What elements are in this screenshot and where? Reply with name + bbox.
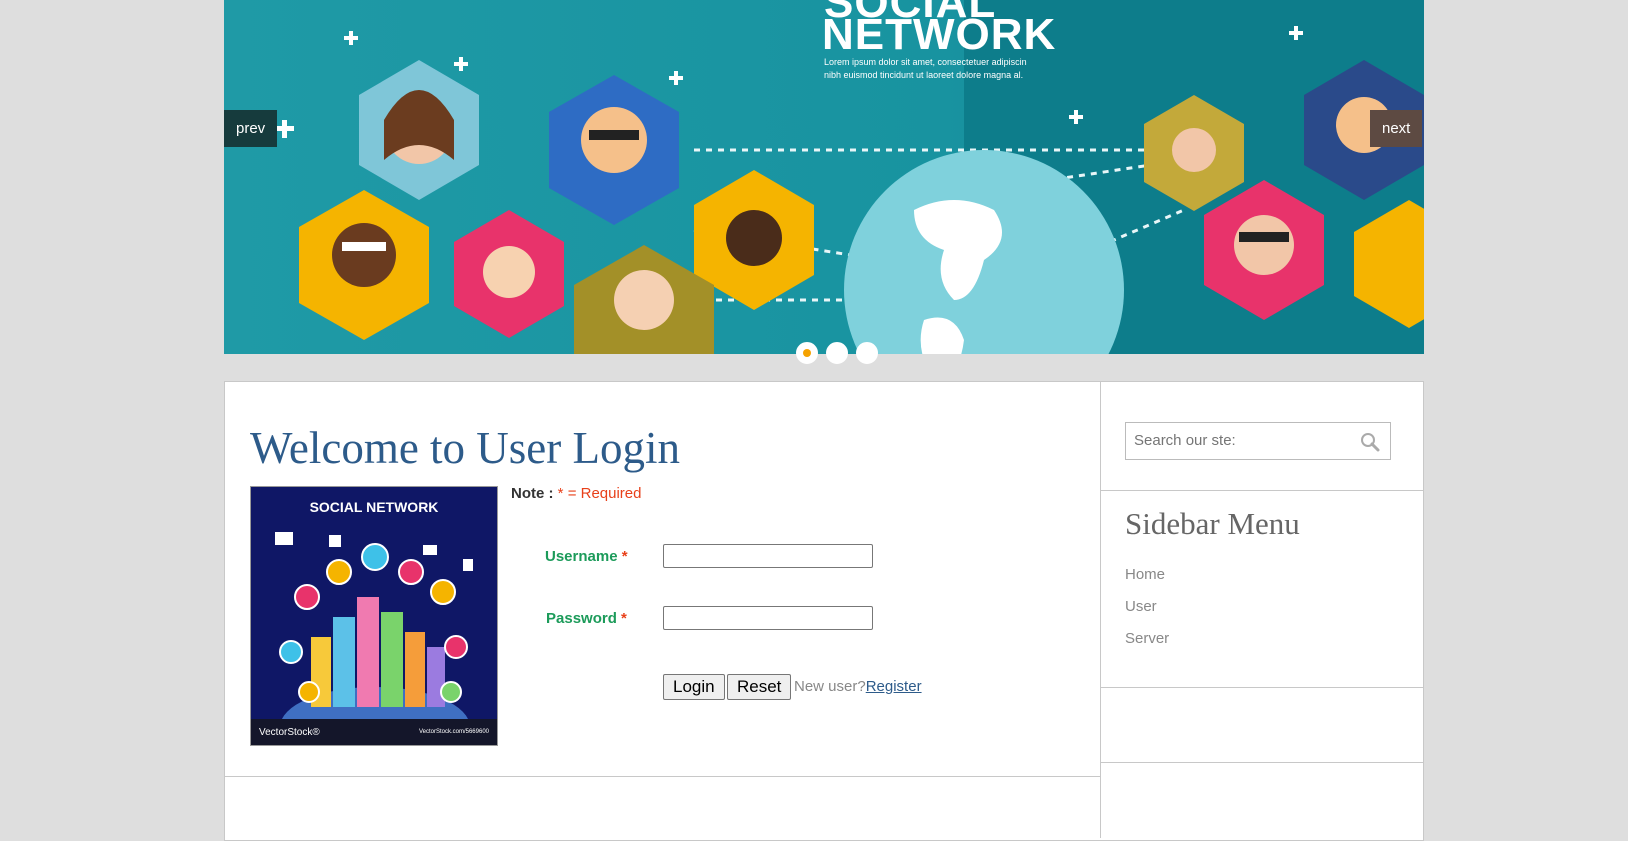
- sidebar-item-user[interactable]: User: [1125, 598, 1169, 630]
- sidebar-divider: [1101, 687, 1423, 688]
- sidebar-item-home[interactable]: Home: [1125, 566, 1169, 598]
- slider-dot-3[interactable]: [856, 342, 878, 364]
- social-network-poster: SOCIAL NETWORK VectorStock® VectorStock.…: [250, 486, 498, 746]
- password-label: Password *: [546, 610, 627, 627]
- sidebar-menu: Home User Server: [1125, 566, 1169, 662]
- poster-brand: VectorStock®: [259, 726, 320, 738]
- password-input[interactable]: [663, 606, 873, 630]
- new-user-prompt: New user?Register: [794, 678, 922, 695]
- username-required-mark: *: [621, 548, 628, 565]
- banner-tagline-1: Lorem ipsum dolor sit amet, consectetuer…: [824, 57, 1027, 67]
- new-user-text: New user?: [794, 678, 866, 695]
- banner-slider: SOCIAL NETWORK Lorem ipsum dolor sit ame…: [224, 0, 1424, 354]
- sidebar-item-server[interactable]: Server: [1125, 630, 1169, 662]
- sidebar-divider: [1101, 490, 1423, 491]
- note-asterisk: *: [557, 485, 564, 502]
- reset-button[interactable]: Reset: [727, 674, 792, 700]
- username-label-text: Username: [545, 548, 618, 565]
- required-note: Note : * = Required: [511, 485, 642, 502]
- username-label: Username *: [545, 548, 628, 565]
- poster-illustration: [275, 532, 473, 745]
- note-label: Note :: [511, 485, 554, 502]
- banner-tagline-2: nibh euismod tincidunt ut laoreet dolore…: [824, 70, 1024, 80]
- poster-url: VectorStock.com/5669600: [418, 729, 489, 735]
- banner-heading: NETWORK: [822, 10, 1057, 59]
- slider-dot-1[interactable]: [796, 342, 818, 364]
- slider-prev-button[interactable]: prev: [224, 110, 278, 147]
- content-panel: Welcome to User Login SOCIAL NETWORK Vec…: [224, 381, 1424, 841]
- sidebar-menu-title: Sidebar Menu: [1125, 506, 1300, 541]
- main-column: Welcome to User Login SOCIAL NETWORK Vec…: [225, 382, 1101, 838]
- slider-next-button[interactable]: next: [1370, 110, 1423, 147]
- slider-dot-2[interactable]: [826, 342, 848, 364]
- page-title: Welcome to User Login: [250, 423, 681, 473]
- main-divider: [225, 776, 1100, 777]
- sidebar-divider: [1101, 762, 1423, 763]
- register-link[interactable]: Register: [866, 678, 922, 695]
- sidebar: Sidebar Menu Home User Server: [1101, 382, 1423, 838]
- slider-pagination: [796, 342, 878, 364]
- search-box: [1125, 422, 1391, 460]
- note-text: = Required: [567, 485, 642, 502]
- search-input[interactable]: [1132, 431, 1356, 450]
- search-icon[interactable]: [1360, 432, 1380, 452]
- username-input[interactable]: [663, 544, 873, 568]
- login-button[interactable]: Login: [663, 674, 725, 700]
- password-label-text: Password: [546, 610, 617, 627]
- password-required-mark: *: [621, 610, 627, 627]
- poster-footer: VectorStock® VectorStock.com/5669600: [251, 719, 497, 745]
